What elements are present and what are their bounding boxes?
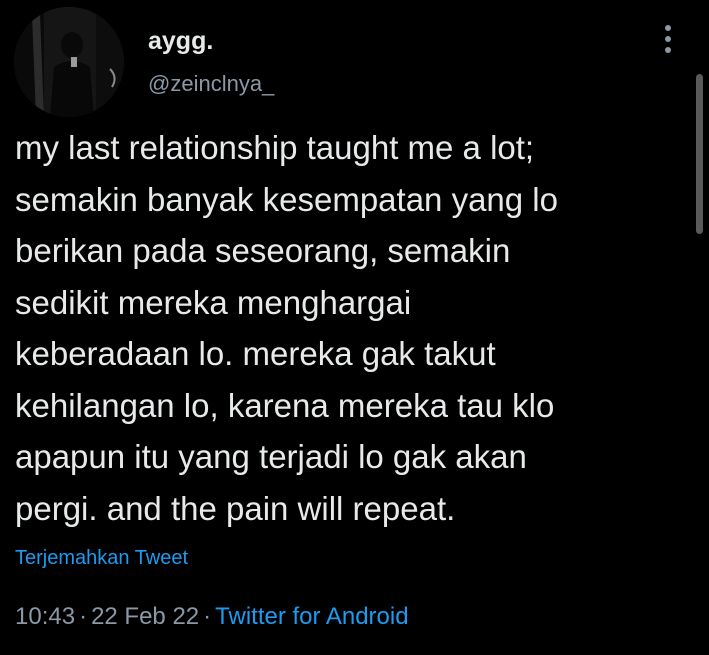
display-name[interactable]: aygg.: [148, 27, 213, 56]
tweet-text-line: apapun itu yang terjadi lo gak akan: [15, 438, 527, 475]
tweet-source-link[interactable]: Twitter for Android: [215, 603, 408, 630]
tweet-time[interactable]: 10:43: [15, 603, 75, 630]
tweet-text-line: keberadaan lo. mereka gak takut: [15, 335, 496, 372]
translate-tweet-link[interactable]: Terjemahkan Tweet: [15, 547, 188, 570]
tweet-text-line: pergi. and the pain will repeat.: [15, 489, 456, 527]
avatar-photo: [14, 7, 124, 117]
tweet-text-line: my last relationship taught me a lot;: [15, 129, 535, 166]
tweet-text-line: kehilangan lo, karena mereka tau klo: [15, 386, 555, 424]
tweet-metadata: 10:43 · 22 Feb 22 · Twitter for Android: [15, 603, 409, 631]
tweet-text-line: semakin banyak kesempatan yang lo: [15, 180, 558, 218]
tweet-date[interactable]: 22 Feb 22: [91, 603, 199, 630]
tweet-text-line: sedikit mereka menghargai: [15, 283, 412, 321]
scrollbar-thumb[interactable]: [696, 74, 703, 234]
more-vertical-icon[interactable]: [658, 22, 678, 56]
tweet-text-line: berikan pada seseorang, semakin: [15, 232, 511, 269]
tweet-text: my last relationship taught me a lot; se…: [15, 122, 691, 534]
avatar[interactable]: [14, 7, 124, 117]
separator-dot: ·: [79, 603, 88, 630]
separator-dot: ·: [203, 603, 212, 630]
username-handle[interactable]: @zeinclnya_: [148, 71, 274, 97]
